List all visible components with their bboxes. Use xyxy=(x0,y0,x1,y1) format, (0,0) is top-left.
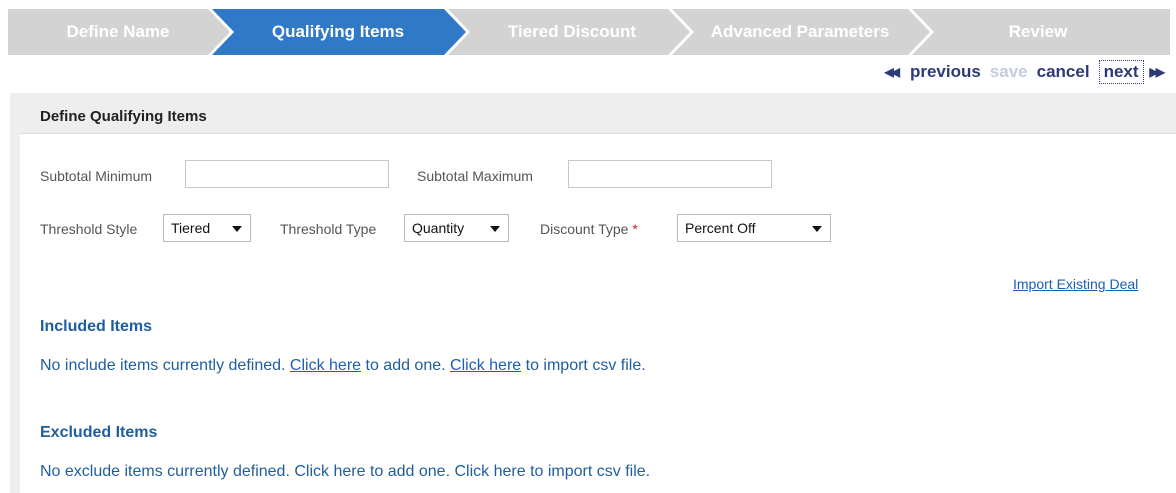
excluded-items-heading: Excluded Items xyxy=(40,424,158,441)
included-text-1: No include items currently defined. xyxy=(40,357,286,374)
chevron-down-icon xyxy=(812,226,822,232)
import-existing-deal-link[interactable]: Import Existing Deal xyxy=(1013,276,1138,292)
next-arrows-icon[interactable]: ▶▶ xyxy=(1150,65,1166,79)
discount-type-label: Discount Type * xyxy=(540,221,638,237)
step-define-name[interactable]: Define Name xyxy=(38,9,198,55)
included-text-3: to import csv file. xyxy=(525,357,646,374)
panel-title: Define Qualifying Items xyxy=(40,108,207,125)
threshold-type-label: Threshold Type xyxy=(280,221,377,237)
discount-type-value: Percent Off xyxy=(685,220,756,236)
threshold-style-label: Threshold Style xyxy=(40,221,138,237)
step-tiered-discount[interactable]: Tiered Discount xyxy=(482,9,662,55)
excluded-add-link[interactable]: Click here xyxy=(294,463,365,480)
wizard-actions: ◀◀ previous save cancel next ▶▶ xyxy=(884,58,1166,86)
discount-type-select[interactable]: Percent Off xyxy=(677,214,831,242)
threshold-type-value: Quantity xyxy=(412,220,465,236)
subtotal-maximum-label: Subtotal Maximum xyxy=(417,168,533,184)
previous-button[interactable]: previous xyxy=(910,62,981,82)
discount-type-label-text: Discount Type xyxy=(540,221,629,237)
excluded-items-message: No exclude items currently defined. Clic… xyxy=(40,463,650,481)
included-items-message: No include items currently defined. Clic… xyxy=(40,357,646,375)
excluded-import-csv-link[interactable]: Click here xyxy=(454,463,525,480)
panel-header: Define Qualifying Items xyxy=(20,101,1176,134)
subtotal-maximum-input[interactable] xyxy=(568,160,772,188)
threshold-style-select[interactable]: Tiered xyxy=(163,214,251,242)
subtotal-minimum-label: Subtotal Minimum xyxy=(40,168,153,184)
next-button-focus-ring: next xyxy=(1098,60,1144,84)
included-import-csv-link[interactable]: Click here xyxy=(450,357,521,374)
qualifying-items-panel xyxy=(10,93,1176,493)
threshold-type-select[interactable]: Quantity xyxy=(404,214,509,242)
previous-arrows-icon[interactable]: ◀◀ xyxy=(884,65,900,79)
chevron-down-icon xyxy=(490,226,500,232)
required-marker: * xyxy=(632,221,638,237)
step-review[interactable]: Review xyxy=(938,9,1138,55)
included-items-heading: Included Items xyxy=(40,318,153,335)
save-button: save xyxy=(989,62,1028,81)
excluded-text-3: to import csv file. xyxy=(530,463,651,480)
step-advanced-parameters[interactable]: Advanced Parameters xyxy=(690,9,910,55)
threshold-style-value: Tiered xyxy=(171,220,211,236)
subtotal-minimum-input[interactable] xyxy=(185,160,389,188)
included-add-link[interactable]: Click here xyxy=(290,357,361,374)
cancel-button[interactable]: cancel xyxy=(1037,62,1090,82)
excluded-text-2: to add one. xyxy=(369,463,451,480)
wizard-steps: Define Name Qualifying Items Tiered Disc… xyxy=(8,9,1170,55)
next-button[interactable]: next xyxy=(1104,62,1139,81)
included-text-2: to add one. xyxy=(365,357,446,374)
step-qualifying-items[interactable]: Qualifying Items xyxy=(248,9,428,55)
chevron-down-icon xyxy=(232,226,242,232)
excluded-text-1: No exclude items currently defined. xyxy=(40,463,290,480)
